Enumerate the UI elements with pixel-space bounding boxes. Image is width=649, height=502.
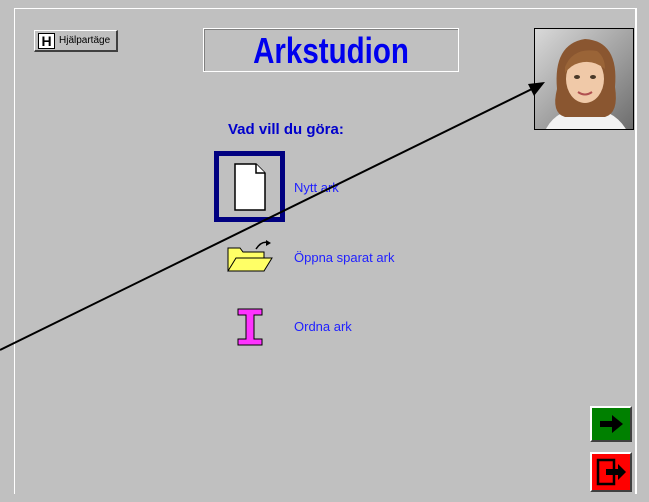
- app-window: H Hjälpartäge Arkstudion Vad vill du gör…: [0, 0, 649, 502]
- help-mode-label: Hjälpartäge: [59, 35, 111, 46]
- portrait-image: [546, 39, 626, 129]
- new-sheet-button[interactable]: [214, 151, 285, 222]
- help-h-icon: H: [38, 32, 55, 49]
- right-arrow-icon: [600, 415, 623, 433]
- new-document-icon: [234, 163, 266, 211]
- frame-border-top: [14, 8, 635, 9]
- menu-item-new-sheet[interactable]: Nytt ark: [294, 180, 339, 195]
- next-button[interactable]: [590, 406, 632, 442]
- help-mode-button[interactable]: H Hjälpartäge: [34, 30, 118, 52]
- menu-item-open-sheet[interactable]: Öppna sparat ark: [294, 250, 394, 265]
- menu-item-arrange-sheets[interactable]: Ordna ark: [294, 319, 352, 334]
- exit-door-icon: [596, 458, 626, 486]
- frame-border-right: [635, 8, 637, 494]
- open-folder-icon[interactable]: [226, 238, 276, 274]
- title-banner: Arkstudion: [203, 28, 459, 72]
- page-title: Arkstudion: [253, 30, 409, 71]
- exit-button[interactable]: [590, 452, 632, 492]
- text-cursor-icon[interactable]: [234, 306, 270, 348]
- question-heading: Vad vill du göra:: [228, 121, 344, 138]
- user-photo: [534, 28, 634, 130]
- frame-border-left: [14, 8, 15, 494]
